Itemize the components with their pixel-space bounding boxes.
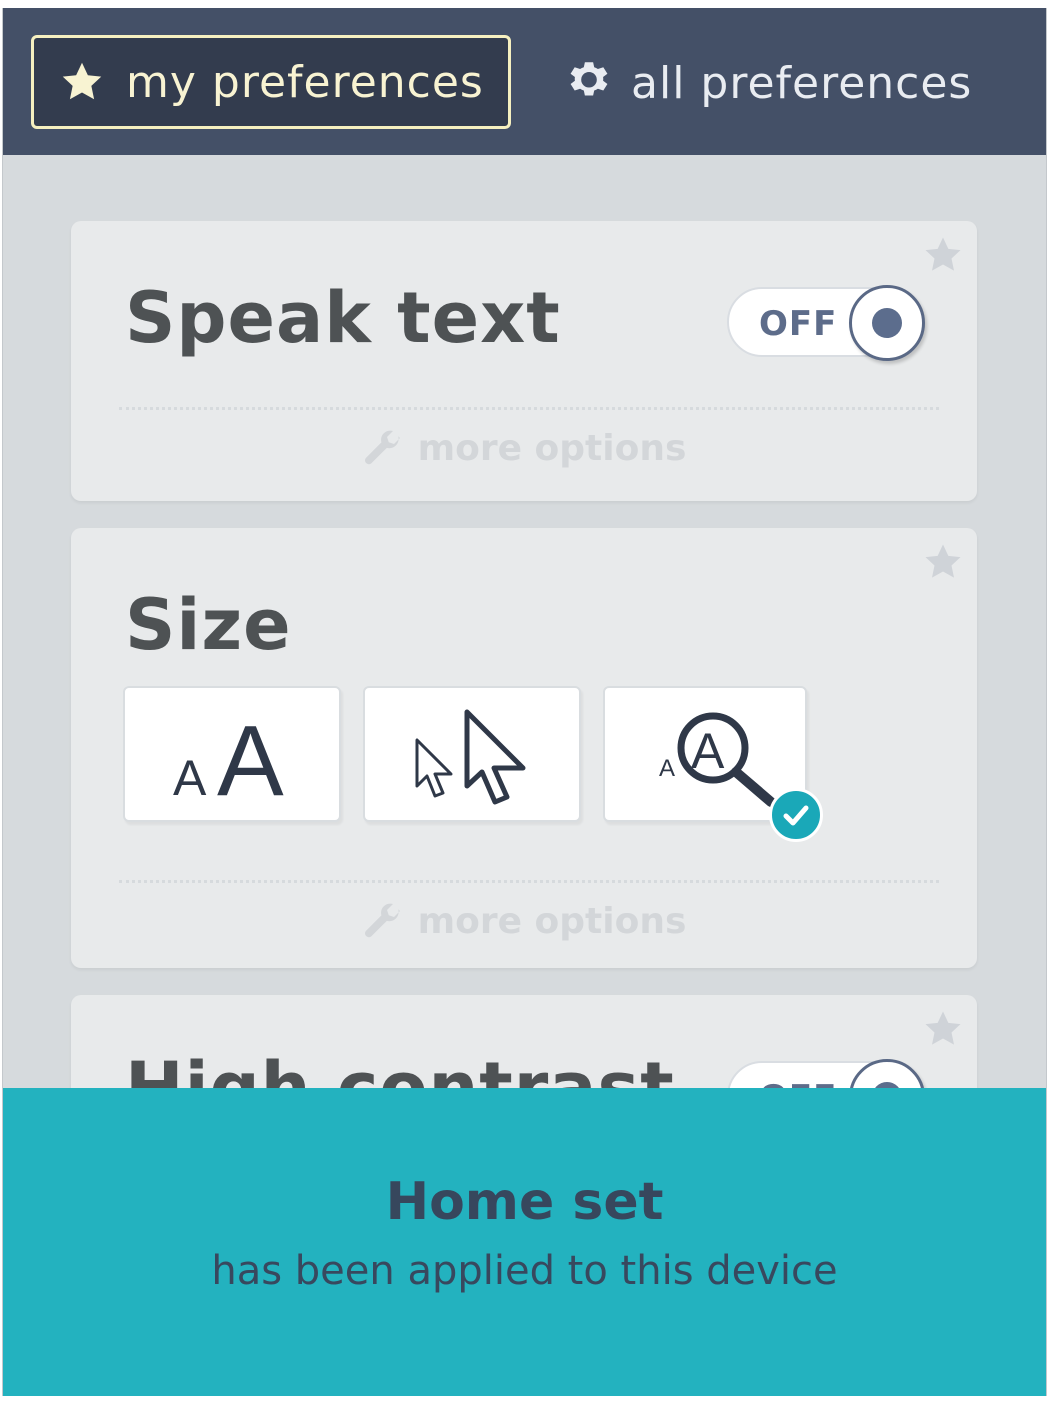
card-title-speak-text: Speak text [125, 277, 561, 359]
favorite-star-icon[interactable] [923, 1009, 963, 1049]
cursor-size-icon [415, 709, 526, 805]
selected-check-badge [769, 788, 823, 842]
more-options-label: more options [417, 427, 687, 469]
text-size-icon: A A [173, 705, 284, 817]
preferences-topbar: my preferences all preferences [3, 8, 1046, 155]
tab-all-preferences[interactable]: all preferences [563, 48, 972, 118]
wrench-icon [364, 903, 400, 938]
text-size-option[interactable]: A A [123, 686, 341, 822]
more-options-link[interactable]: more options [71, 427, 977, 469]
cursor-size-option[interactable] [363, 686, 581, 822]
star-icon [62, 62, 102, 100]
more-options-label: more options [417, 900, 687, 942]
checkmark-icon [783, 805, 809, 826]
gear-icon [570, 62, 608, 96]
notification-banner: Home set has been applied to this device [3, 1088, 1046, 1396]
more-options-link[interactable]: more options [71, 900, 977, 942]
preferences-panel: my preferences all preferences Speak tex… [2, 8, 1047, 1396]
tab-all-preferences-label: all preferences [631, 57, 973, 109]
svg-text:A: A [173, 750, 207, 806]
favorite-star-icon[interactable] [923, 542, 963, 582]
tab-my-preferences-label: my preferences [126, 56, 484, 108]
card-title-size: Size [125, 584, 292, 666]
notification-title: Home set [385, 1172, 664, 1232]
notification-message: has been applied to this device [211, 1248, 838, 1294]
card-speak-text: Speak text OFF more options [71, 221, 977, 501]
wrench-icon [364, 430, 400, 465]
tab-my-preferences[interactable]: my preferences [31, 35, 511, 129]
svg-text:A: A [659, 755, 675, 782]
speak-text-toggle[interactable]: OFF [727, 285, 925, 361]
card-size: Size A A A A more options [71, 528, 977, 968]
favorite-star-icon[interactable] [923, 235, 963, 275]
toggle-knob [849, 285, 925, 361]
card-divider [119, 407, 939, 410]
toggle-state-label: OFF [759, 304, 838, 344]
svg-text:A: A [691, 723, 725, 779]
svg-text:A: A [217, 705, 284, 817]
card-divider [119, 880, 939, 883]
